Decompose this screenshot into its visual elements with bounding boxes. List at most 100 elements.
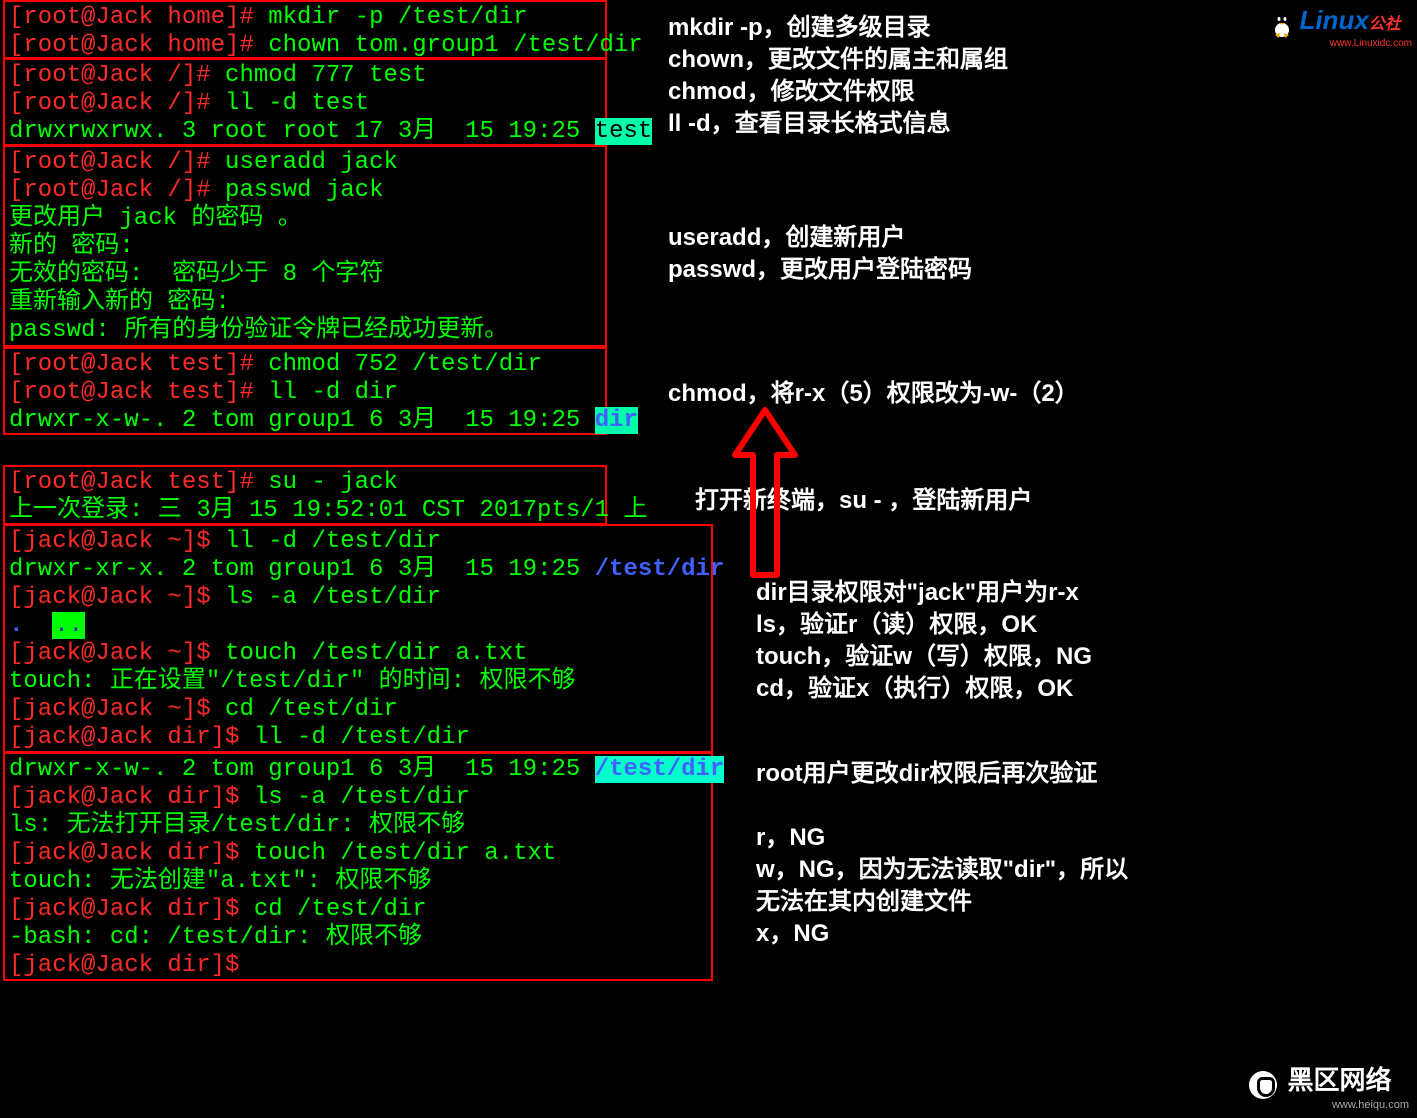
output: drwxr-x-w-. 2 tom group1 6 3月 15 19:25: [9, 756, 595, 783]
prompt: [root@Jack /]#: [9, 90, 225, 117]
command: ls -a /test/dir: [225, 584, 441, 611]
annotation-chown: chown，更改文件的属主和属组: [668, 44, 1008, 76]
mushroom-icon: [1249, 1071, 1277, 1099]
term-line: drwxr-x-w-. 2 tom group1 6 3月 15 19:25 d…: [9, 407, 601, 435]
annotation-mkdir: mkdir -p，创建多级目录: [668, 12, 931, 44]
output: -bash: cd: /test/dir: 权限不够: [9, 924, 707, 952]
annotation-x-ng: x，NG: [756, 918, 829, 950]
command: cd /test/dir: [225, 696, 398, 723]
output: 重新输入新的 密码:: [9, 289, 601, 317]
tux-icon: [1272, 12, 1292, 38]
command: mkdir -p /test/dir: [268, 4, 527, 31]
term-line: drwxr-xr-x. 2 tom group1 6 3月 15 19:25 /…: [9, 556, 707, 584]
annotation-dir-perm: dir目录权限对"jack"用户为r-x: [756, 577, 1079, 609]
command: touch /test/dir a.txt: [254, 840, 556, 867]
term-line: [root@Jack home]# mkdir -p /test/dir: [9, 4, 601, 32]
term-line: [root@Jack test]# su - jack: [9, 469, 601, 497]
output: passwd: 所有的身份验证令牌已经成功更新。: [9, 317, 601, 345]
terminal-box-2: [root@Jack /]# chmod 777 test [root@Jack…: [3, 58, 607, 146]
prompt: [jack@Jack ~]$: [9, 696, 225, 723]
heiqu-text: 黑区网络: [1287, 1065, 1391, 1095]
annotation-passwd: passwd，更改用户登陆密码: [668, 254, 972, 286]
terminal-box-4: [root@Jack test]# chmod 752 /test/dir [r…: [3, 347, 607, 435]
term-line: . ..: [9, 612, 707, 640]
prompt: [root@Jack test]#: [9, 469, 268, 496]
term-line: [root@Jack /]# ll -d test: [9, 90, 601, 118]
command: cd /test/dir: [254, 896, 427, 923]
prompt: [jack@Jack dir]$: [9, 840, 254, 867]
prompt: [jack@Jack dir]$: [9, 784, 254, 811]
command: ll -d dir: [268, 379, 398, 406]
annotation-ls: ls，验证r（读）权限，OK: [756, 609, 1037, 641]
command: ls -a /test/dir: [254, 784, 470, 811]
term-line: [root@Jack home]# chown tom.group1 /test…: [9, 32, 601, 60]
prompt: [jack@Jack dir]$: [9, 952, 254, 979]
output: drwxr-xr-x. 2 tom group1 6 3月 15 19:25: [9, 556, 595, 583]
annotation-cd: cd，验证x（执行）权限，OK: [756, 673, 1073, 705]
annotation-touch: touch，验证w（写）权限，NG: [756, 641, 1092, 673]
command: passwd jack: [225, 177, 383, 204]
term-line: [jack@Jack ~]$ ls -a /test/dir: [9, 584, 707, 612]
annotation-ll: ll -d，查看目录长格式信息: [668, 108, 951, 140]
terminal-box-3: [root@Jack /]# useradd jack [root@Jack /…: [3, 145, 607, 347]
command: ll -d /test/dir: [225, 528, 441, 555]
prompt: [root@Jack home]#: [9, 4, 268, 31]
output: 无效的密码: 密码少于 8 个字符: [9, 261, 601, 289]
prompt: [jack@Jack ~]$: [9, 584, 225, 611]
prompt: [root@Jack /]#: [9, 62, 225, 89]
command: touch /test/dir a.txt: [225, 640, 527, 667]
prompt: [jack@Jack ~]$: [9, 640, 225, 667]
annotation-root-change: root用户更改dir权限后再次验证: [756, 758, 1146, 790]
terminal-box-6: [jack@Jack ~]$ ll -d /test/dir drwxr-xr-…: [3, 524, 713, 753]
path: /test/dir: [595, 556, 725, 583]
command: useradd jack: [225, 149, 398, 176]
term-line: [root@Jack test]# ll -d dir: [9, 379, 601, 407]
terminal-box-5: [root@Jack test]# su - jack 上一次登录: 三 3月 …: [3, 465, 607, 525]
dot-current: .: [9, 612, 23, 639]
annotation-su: 打开新终端，su - ，登陆新用户: [695, 485, 1032, 517]
dot-parent: ..: [52, 612, 85, 639]
path-highlight: /test/dir: [595, 756, 725, 783]
heiqu-url: www.heiqu.com: [1249, 1099, 1409, 1111]
command: su - jack: [268, 469, 398, 496]
command: ll -d /test/dir: [254, 724, 470, 751]
term-line: [jack@Jack ~]$ ll -d /test/dir: [9, 528, 707, 556]
logo-url: www.Linuxidc.com: [1272, 38, 1412, 49]
command: ll -d test: [225, 90, 369, 117]
output: drwxrwxrwx. 3 root root 17 3月 15 19:25: [9, 118, 595, 145]
prompt: [jack@Jack ~]$: [9, 528, 225, 555]
prompt: [jack@Jack dir]$: [9, 896, 254, 923]
term-line: drwxr-x-w-. 2 tom group1 6 3月 15 19:25 /…: [9, 756, 707, 784]
term-line: [jack@Jack ~]$ cd /test/dir: [9, 696, 707, 724]
term-line: [jack@Jack dir]$ touch /test/dir a.txt: [9, 840, 707, 868]
term-line: [root@Jack /]# chmod 777 test: [9, 62, 601, 90]
output: touch: 无法创建"a.txt": 权限不够: [9, 868, 707, 896]
annotation-chmod: chmod，修改文件权限: [668, 76, 915, 108]
highlighted-name: dir: [595, 407, 638, 434]
linux-logo: Linux公社 www.Linuxidc.com: [1272, 5, 1412, 45]
term-line: drwxrwxrwx. 3 root root 17 3月 15 19:25 t…: [9, 118, 601, 146]
prompt: [root@Jack test]#: [9, 379, 268, 406]
term-line: [jack@Jack dir]$ cd /test/dir: [9, 896, 707, 924]
output: touch: 正在设置"/test/dir" 的时间: 权限不够: [9, 668, 707, 696]
term-line: [jack@Jack dir]$ ls -a /test/dir: [9, 784, 707, 812]
term-line: [jack@Jack dir]$: [9, 952, 707, 980]
term-line: [root@Jack /]# useradd jack: [9, 149, 601, 177]
command: chown tom.group1 /test/dir: [268, 32, 642, 59]
annotation-r-ng: r，NG: [756, 822, 825, 854]
terminal-box-1: [root@Jack home]# mkdir -p /test/dir [ro…: [3, 0, 607, 59]
prompt: [root@Jack /]#: [9, 177, 225, 204]
term-line: [jack@Jack dir]$ ll -d /test/dir: [9, 724, 707, 752]
logo-text-sub: 公社: [1369, 16, 1401, 33]
annotation-chmod2: chmod，将r-x（5）权限改为-w-（2）: [668, 378, 1079, 410]
command: chmod 777 test: [225, 62, 427, 89]
output: drwxr-x-w-. 2 tom group1 6 3月 15 19:25: [9, 407, 595, 434]
output: 新的 密码:: [9, 233, 601, 261]
highlighted-name: test: [595, 118, 653, 145]
heiqu-logo: 黑区网络 www.heiqu.com: [1249, 1060, 1409, 1110]
logo-text-linux: Linux: [1299, 5, 1368, 35]
term-line: [root@Jack /]# passwd jack: [9, 177, 601, 205]
output: 上一次登录: 三 3月 15 19:52:01 CST 2017pts/1 上: [9, 497, 601, 525]
output: 更改用户 jack 的密码 。: [9, 205, 601, 233]
term-line: [jack@Jack ~]$ touch /test/dir a.txt: [9, 640, 707, 668]
